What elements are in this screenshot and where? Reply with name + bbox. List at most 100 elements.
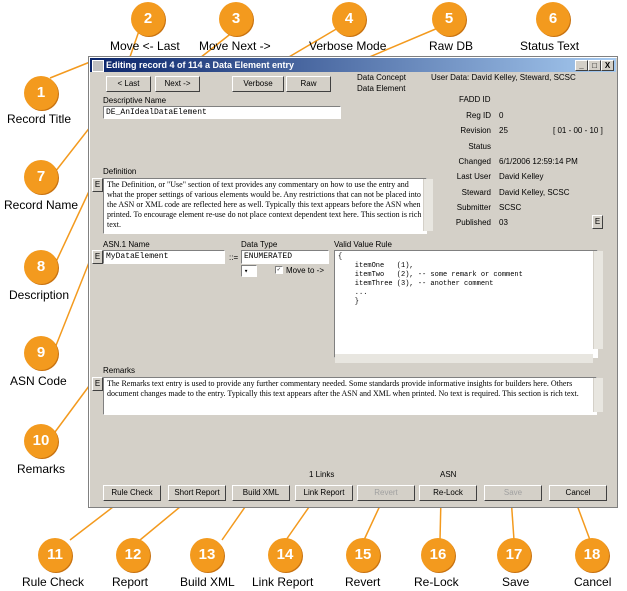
- editor-window: Editing record 4 of 114 a Data Element e…: [88, 56, 618, 508]
- asn-edit-button[interactable]: E: [92, 250, 103, 264]
- definition-text[interactable]: The Definition, or "Use" section of text…: [103, 178, 427, 234]
- reg-id-value: 0: [499, 111, 504, 120]
- status-edit-button[interactable]: E: [592, 215, 603, 229]
- changed-value: 6/1/2006 12:59:14 PM: [499, 157, 578, 166]
- cancel-button[interactable]: Cancel: [549, 485, 607, 501]
- callout-16: 16: [421, 538, 455, 572]
- definition-edit-button[interactable]: E: [92, 178, 103, 192]
- callout-label-remarks: Remarks: [17, 462, 66, 476]
- callout-label-build-xml: Build XML: [180, 575, 235, 589]
- remarks-text[interactable]: The Remarks text entry is used to provid…: [103, 377, 597, 415]
- short-report-button[interactable]: Short Report: [168, 485, 226, 501]
- remarks-label: Remarks: [103, 366, 136, 375]
- next-button[interactable]: Next ->: [155, 76, 200, 92]
- submitter-value: SCSC: [499, 203, 522, 212]
- submitter-label: Submitter: [456, 203, 491, 212]
- changed-label: Changed: [458, 157, 491, 166]
- move-to-checkbox[interactable]: ✓: [275, 266, 283, 274]
- callout-label-asn-code: ASN Code: [10, 374, 67, 388]
- asn-name-label: ASN.1 Name: [103, 240, 150, 249]
- verbose-button[interactable]: Verbose: [232, 76, 284, 92]
- callout-3: 3: [219, 2, 253, 36]
- window-titlebar: Editing record 4 of 114 a Data Element e…: [90, 58, 616, 72]
- descriptive-name-field[interactable]: DE_AnIdealDataElement: [103, 106, 341, 119]
- app-icon: [92, 60, 104, 72]
- data-type-dropdown[interactable]: ▾: [241, 265, 257, 277]
- descriptive-name-label: Descriptive Name: [103, 96, 167, 105]
- rule-scrollbar[interactable]: [593, 251, 603, 349]
- steward-value: David Kelley, SCSC: [499, 188, 570, 197]
- callout-9: 9: [24, 336, 58, 370]
- fadd-id-label: FADD ID: [459, 95, 491, 104]
- callout-label-record-title: Record Title: [7, 112, 72, 126]
- valid-value-rule-code[interactable]: { itemOne (1), itemTwo (2), -- some rema…: [334, 250, 598, 358]
- callout-12: 12: [116, 538, 150, 572]
- last-user-value: David Kelley: [499, 172, 544, 181]
- definition-scrollbar[interactable]: [423, 179, 433, 231]
- published-label: Published: [455, 218, 491, 227]
- raw-button[interactable]: Raw: [286, 76, 331, 92]
- callout-13: 13: [190, 538, 224, 572]
- reg-id-label: Reg ID: [466, 111, 491, 120]
- links-count: 1 Links: [309, 470, 335, 479]
- save-button[interactable]: Save: [484, 485, 542, 501]
- callout-6: 6: [536, 2, 570, 36]
- callout-label-raw-db: Raw DB: [429, 39, 474, 53]
- data-type-label: Data Type: [241, 240, 278, 249]
- revision-label: Revision: [460, 126, 491, 135]
- close-button[interactable]: X: [601, 60, 614, 71]
- callout-17: 17: [497, 538, 531, 572]
- published-value: 03: [499, 218, 508, 227]
- remarks-scrollbar[interactable]: [593, 378, 603, 412]
- callout-11: 11: [38, 538, 72, 572]
- remarks-edit-button[interactable]: E: [92, 377, 103, 391]
- rule-check-button[interactable]: Rule Check: [103, 485, 161, 501]
- callout-label-cancel: Cancel: [574, 575, 612, 589]
- callout-4: 4: [332, 2, 366, 36]
- build-xml-button[interactable]: Build XML: [232, 485, 290, 501]
- move-to-label: Move to ->: [286, 266, 325, 275]
- callout-14: 14: [268, 538, 302, 572]
- callout-5: 5: [432, 2, 466, 36]
- revision-value: 25: [499, 126, 508, 135]
- last-user-label: Last User: [456, 172, 491, 181]
- callout-label-move-next: Move Next ->: [199, 39, 271, 53]
- callout-7: 7: [24, 160, 58, 194]
- data-element-label: Data Element: [357, 84, 406, 93]
- data-type-field[interactable]: ENUMERATED: [241, 250, 329, 264]
- user-data-text: User Data: David Kelley, Steward, SCSC: [431, 73, 576, 82]
- minimize-button[interactable]: _: [575, 60, 588, 71]
- relock-button[interactable]: Re-Lock: [419, 485, 477, 501]
- revision-range: [ 01 - 00 - 10 ]: [553, 126, 603, 135]
- callout-label-rule-check: Rule Check: [22, 575, 85, 589]
- callout-2: 2: [131, 2, 165, 36]
- maximize-button[interactable]: □: [588, 60, 601, 71]
- callout-label-status-text: Status Text: [520, 39, 580, 53]
- valid-value-rule-label: Valid Value Rule: [334, 240, 392, 249]
- window-title: Editing record 4 of 114 a Data Element e…: [106, 60, 295, 70]
- revert-button[interactable]: Revert: [357, 485, 415, 501]
- callout-label-report: Report: [112, 575, 149, 589]
- steward-label: Steward: [461, 188, 491, 197]
- callout-15: 15: [346, 538, 380, 572]
- callout-label-save: Save: [502, 575, 530, 589]
- callout-10: 10: [24, 424, 58, 458]
- callout-label-verbose-mode: Verbose Mode: [309, 39, 387, 53]
- callout-label-revert: Revert: [345, 575, 381, 589]
- callout-label-move-last: Move <- Last: [110, 39, 180, 53]
- status-label: Status: [468, 142, 491, 151]
- callout-label-link-report: Link Report: [252, 575, 314, 589]
- asn-status-label: ASN: [440, 470, 457, 479]
- definition-label: Definition: [103, 167, 137, 176]
- callout-1: 1: [24, 76, 58, 110]
- asn-name-field[interactable]: MyDataElement: [103, 250, 225, 264]
- callout-label-description: Description: [9, 288, 70, 302]
- callout-label-relock: Re-Lock: [414, 575, 459, 589]
- rule-hscrollbar[interactable]: [335, 354, 593, 363]
- callout-18: 18: [575, 538, 609, 572]
- link-report-button[interactable]: Link Report: [295, 485, 353, 501]
- callout-8: 8: [24, 250, 58, 284]
- last-button[interactable]: < Last: [106, 76, 151, 92]
- data-concept-label: Data Concept: [357, 73, 406, 82]
- callout-label-record-name: Record Name: [4, 198, 79, 212]
